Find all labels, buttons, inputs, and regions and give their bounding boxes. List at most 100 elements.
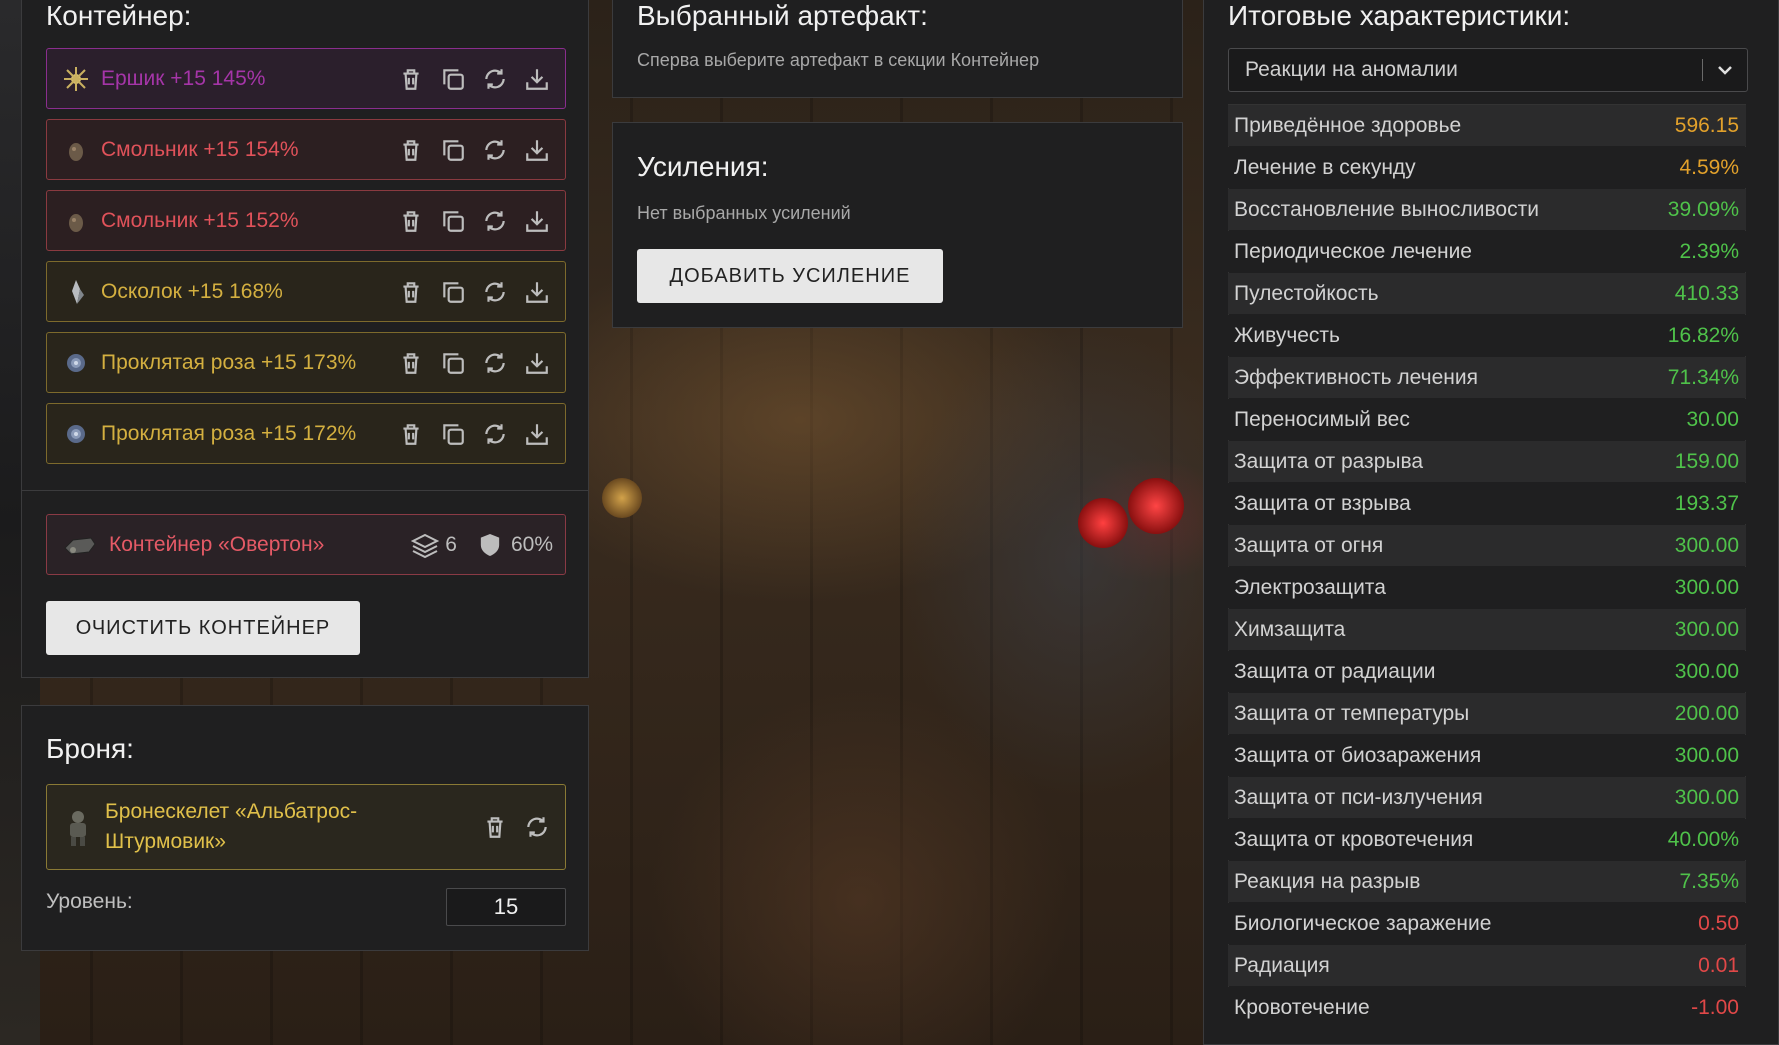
download-artifact-button[interactable]: [523, 278, 551, 306]
stat-value: -1.00: [1691, 995, 1739, 1019]
stat-value: 300.00: [1674, 575, 1739, 599]
container-item[interactable]: Контейнер «Овертон» 6 60%: [46, 514, 566, 575]
background-lamp: [602, 478, 642, 518]
replace-artifact-button[interactable]: [481, 420, 509, 448]
replace-artifact-button[interactable]: [481, 136, 509, 164]
resin-icon: [63, 208, 89, 234]
stat-row: Защита от огня 300.00: [1228, 525, 1746, 566]
artifact-row[interactable]: Смольник +15 154%: [46, 119, 566, 180]
stat-label: Защита от температуры: [1234, 701, 1470, 725]
trash-icon: [398, 137, 424, 163]
stat-value: 300.00: [1674, 743, 1739, 767]
artifact-actions: [397, 420, 551, 448]
replace-armor-button[interactable]: [523, 813, 551, 841]
stat-value: 2.39%: [1679, 239, 1739, 263]
delete-artifact-button[interactable]: [397, 65, 425, 93]
stat-value: 193.37: [1674, 491, 1739, 515]
download-artifact-button[interactable]: [523, 420, 551, 448]
refresh-icon: [482, 421, 508, 447]
stat-value: 410.33: [1674, 281, 1739, 305]
stat-value: 0.01: [1698, 953, 1739, 977]
artifact-name: Проклятая роза +15 173%: [101, 350, 357, 374]
delete-armor-button[interactable]: [481, 813, 509, 841]
add-boost-button[interactable]: ДОБАВИТЬ УСИЛЕНИЕ: [637, 249, 943, 303]
stat-label: Радиация: [1234, 953, 1330, 977]
artifact-row[interactable]: Осколок +15 168%: [46, 261, 566, 322]
artifact-row[interactable]: Смольник +15 152%: [46, 190, 566, 251]
rose-icon: [63, 350, 89, 376]
copy-artifact-button[interactable]: [439, 278, 467, 306]
artifact-actions: [397, 65, 551, 93]
stat-label: Эффективность лечения: [1234, 365, 1478, 389]
stat-row: Радиация 0.01: [1228, 945, 1746, 986]
artifact-row[interactable]: Ершик +15 145%: [46, 48, 566, 109]
copy-icon: [440, 279, 466, 305]
armor-name-line2: Штурмовик»: [105, 830, 226, 853]
stat-label: Периодическое лечение: [1234, 239, 1472, 263]
copy-artifact-button[interactable]: [439, 136, 467, 164]
download-artifact-button[interactable]: [523, 207, 551, 235]
download-icon: [524, 66, 550, 92]
download-icon: [524, 421, 550, 447]
refresh-icon: [482, 137, 508, 163]
artifact-row[interactable]: Проклятая роза +15 172%: [46, 403, 566, 464]
copy-artifact-button[interactable]: [439, 207, 467, 235]
delete-artifact-button[interactable]: [397, 349, 425, 377]
copy-icon: [440, 137, 466, 163]
copy-artifact-button[interactable]: [439, 349, 467, 377]
replace-artifact-button[interactable]: [481, 207, 509, 235]
stat-row: Кровотечение -1.00: [1228, 987, 1746, 1028]
stat-label: Защита от взрыва: [1234, 491, 1411, 515]
download-artifact-button[interactable]: [523, 136, 551, 164]
download-icon: [524, 279, 550, 305]
stat-row: Приведённое здоровье 596.15: [1228, 105, 1746, 146]
armor-item[interactable]: Бронескелет «Альбатрос- Штурмовик»: [46, 784, 566, 870]
download-artifact-button[interactable]: [523, 349, 551, 377]
stat-label: Восстановление выносливости: [1234, 197, 1539, 221]
slots-icon: [411, 531, 440, 559]
background-robot-eye-left: [1078, 498, 1128, 548]
container-name: Контейнер «Овертон»: [109, 532, 325, 556]
download-artifact-button[interactable]: [523, 65, 551, 93]
container-title: Контейнер:: [46, 0, 192, 31]
armor-name-line1: Бронескелет «Альбатрос-: [105, 800, 358, 823]
replace-artifact-button[interactable]: [481, 65, 509, 93]
artifact-row[interactable]: Проклятая роза +15 173%: [46, 332, 566, 393]
trash-icon: [398, 208, 424, 234]
stat-row: Лечение в секунду 4.59%: [1228, 147, 1746, 188]
stat-label: Реакция на разрыв: [1234, 869, 1421, 893]
replace-artifact-button[interactable]: [481, 349, 509, 377]
delete-artifact-button[interactable]: [397, 420, 425, 448]
level-input[interactable]: [446, 888, 566, 926]
delete-artifact-button[interactable]: [397, 278, 425, 306]
stat-label: Биологическое заражение: [1234, 911, 1492, 935]
stat-row: Живучесть 16.82%: [1228, 315, 1746, 356]
stat-row: Биологическое заражение 0.50: [1228, 903, 1746, 944]
copy-artifact-button[interactable]: [439, 420, 467, 448]
background-robot-eye-right: [1128, 478, 1184, 534]
stat-row: Защита от радиации 300.00: [1228, 651, 1746, 692]
artifact-name: Смольник +15 152%: [101, 208, 299, 232]
level-label: Уровень:: [46, 890, 133, 913]
summary-title: Итоговые характеристики:: [1228, 0, 1571, 31]
stat-label: Электрозащита: [1234, 575, 1386, 599]
artifact-name: Ершик +15 145%: [101, 66, 266, 90]
stats-filter-select[interactable]: Реакции на аномалии: [1228, 48, 1748, 92]
copy-artifact-button[interactable]: [439, 65, 467, 93]
stat-label: Пулестойкость: [1234, 281, 1379, 305]
replace-artifact-button[interactable]: [481, 278, 509, 306]
stat-row: Переносимый вес 30.00: [1228, 399, 1746, 440]
stat-row: Пулестойкость 410.33: [1228, 273, 1746, 314]
copy-icon: [440, 350, 466, 376]
delete-artifact-button[interactable]: [397, 207, 425, 235]
delete-artifact-button[interactable]: [397, 136, 425, 164]
shield-icon: [479, 532, 501, 558]
stat-value: 159.00: [1674, 449, 1739, 473]
stat-label: Химзащита: [1234, 617, 1346, 641]
clear-container-button[interactable]: ОЧИСТИТЬ КОНТЕЙНЕР: [46, 601, 360, 655]
stat-label: Кровотечение: [1234, 995, 1370, 1019]
chevron-down-icon[interactable]: [1703, 60, 1747, 80]
stat-row: Защита от разрыва 159.00: [1228, 441, 1746, 482]
stat-value: 71.34%: [1667, 365, 1739, 389]
trash-icon: [398, 421, 424, 447]
